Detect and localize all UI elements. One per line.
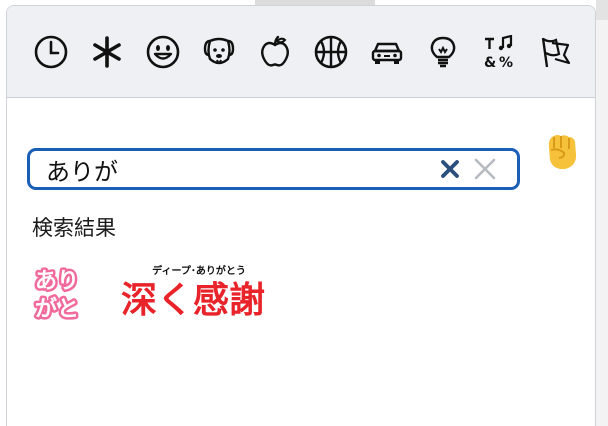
category-flags[interactable] bbox=[534, 31, 576, 73]
search-field bbox=[27, 148, 520, 190]
category-nature[interactable] bbox=[198, 31, 240, 73]
emoji-picker: & % 検 bbox=[6, 5, 596, 426]
svg-text:&: & bbox=[484, 55, 496, 69]
arigato-line-2: がと bbox=[35, 296, 79, 322]
lightbulb-icon bbox=[430, 36, 456, 68]
emoji-result-fukaku-kansha[interactable]: ディープ･ありがとう 深く感謝 bbox=[111, 260, 281, 332]
background-window-header bbox=[596, 0, 608, 20]
arigato-line-1: あり bbox=[35, 269, 79, 294]
clock-icon bbox=[34, 35, 68, 69]
category-travel[interactable] bbox=[366, 31, 408, 73]
dog-icon bbox=[203, 37, 235, 65]
basketball-icon bbox=[314, 35, 348, 69]
category-recent[interactable] bbox=[30, 31, 72, 73]
symbols-icon: & % bbox=[484, 35, 513, 69]
smiley-icon bbox=[146, 35, 180, 69]
category-activity[interactable] bbox=[310, 31, 352, 73]
asterisk-icon bbox=[93, 36, 121, 68]
search-input[interactable] bbox=[46, 151, 426, 187]
results-label: 検索結果 bbox=[32, 216, 116, 240]
apple-icon bbox=[261, 35, 289, 67]
fukaku-kansha-ruby: ディープ･ありがとう bbox=[152, 264, 246, 277]
flags-icon bbox=[541, 37, 571, 68]
category-custom[interactable] bbox=[86, 31, 128, 73]
close-icon[interactable] bbox=[473, 157, 497, 181]
fukaku-kansha-text: 深く感謝 bbox=[121, 280, 265, 321]
category-symbols[interactable]: & % bbox=[478, 31, 520, 73]
emoji-result-arigato[interactable]: あり がと bbox=[29, 260, 85, 332]
clear-search-icon[interactable] bbox=[440, 159, 460, 179]
svg-text:%: % bbox=[499, 55, 513, 69]
raised-fist-icon[interactable] bbox=[539, 128, 585, 174]
category-food[interactable] bbox=[254, 31, 296, 73]
category-objects[interactable] bbox=[422, 31, 464, 73]
car-icon bbox=[371, 42, 403, 64]
category-bar: & % bbox=[7, 6, 595, 98]
category-people[interactable] bbox=[142, 31, 184, 73]
background-window bbox=[596, 0, 608, 426]
